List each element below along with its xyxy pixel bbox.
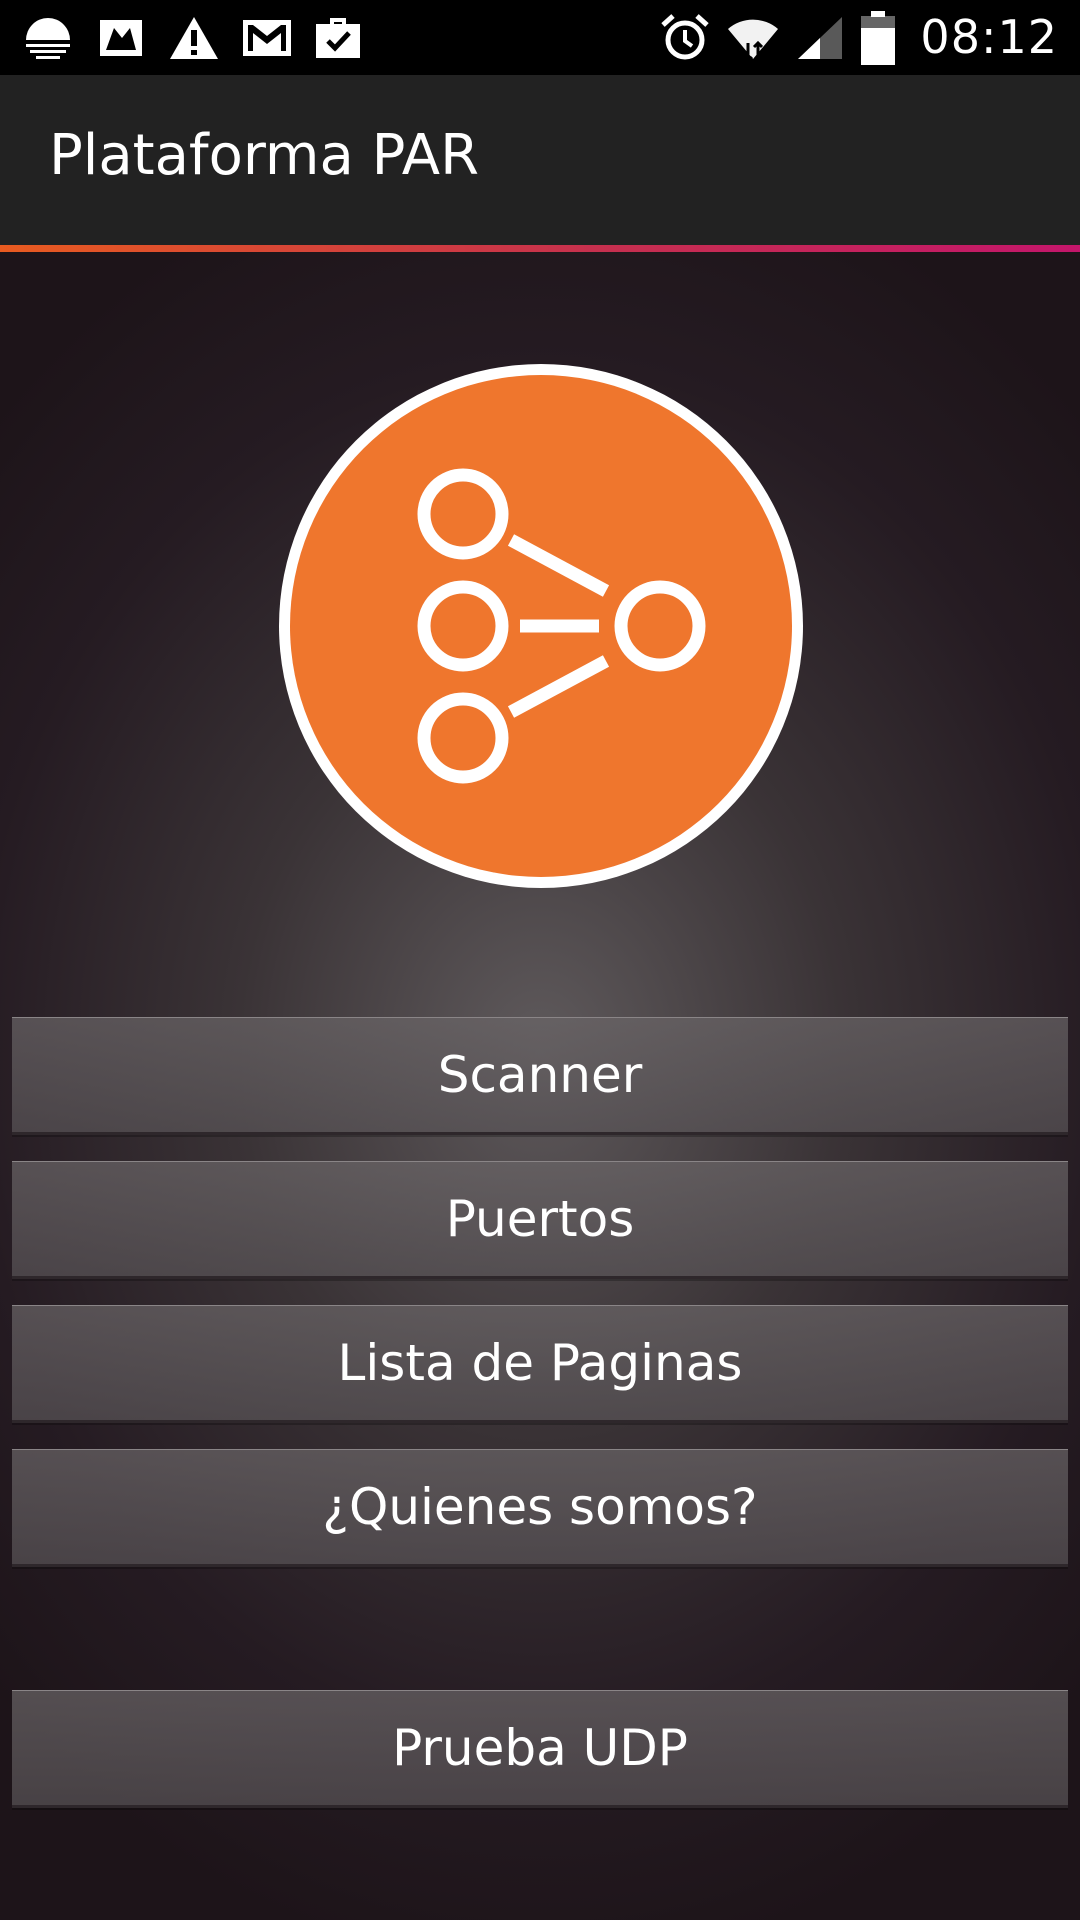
prueba-udp-button[interactable]: Prueba UDP — [12, 1690, 1068, 1808]
lista-paginas-button-label: Lista de Paginas — [337, 1334, 743, 1392]
prueba-udp-button-label: Prueba UDP — [392, 1719, 688, 1777]
notification-icons — [22, 0, 362, 75]
warning-icon — [168, 15, 220, 61]
lista-paginas-button[interactable]: Lista de Paginas — [12, 1305, 1068, 1423]
share-nodes-icon — [279, 364, 803, 888]
puertos-button-label: Puertos — [445, 1190, 635, 1248]
briefcase-check-icon — [314, 16, 362, 60]
quienes-somos-button[interactable]: ¿Quienes somos? — [12, 1449, 1068, 1567]
action-bar-accent-divider — [0, 245, 1080, 252]
cell-signal-icon — [796, 15, 844, 61]
wifi-icon — [726, 13, 780, 63]
gmail-icon — [242, 19, 292, 57]
system-icons: 08:12 — [660, 0, 1058, 75]
scanner-button[interactable]: Scanner — [12, 1017, 1068, 1135]
sunset-weather-icon — [22, 12, 74, 64]
puertos-button[interactable]: Puertos — [12, 1161, 1068, 1279]
action-bar: Plataforma PAR — [0, 75, 1080, 245]
photo-frame-icon — [96, 16, 146, 60]
quienes-somos-button-label: ¿Quienes somos? — [322, 1478, 758, 1536]
status-bar: 08:12 — [0, 0, 1080, 75]
alarm-clock-icon — [660, 13, 710, 63]
app-title: Plataforma PAR — [49, 123, 480, 188]
scanner-button-label: Scanner — [437, 1046, 643, 1104]
main-content: Scanner Puertos Lista de Paginas ¿Quiene… — [0, 252, 1080, 1920]
app-screen: 08:12 Plataforma PAR Scanner Puertos Lis… — [0, 0, 1080, 1920]
app-logo — [274, 359, 808, 893]
status-clock: 08:12 — [920, 10, 1058, 64]
battery-icon — [860, 10, 896, 66]
